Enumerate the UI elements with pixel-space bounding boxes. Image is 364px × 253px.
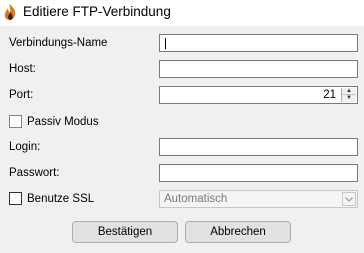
passive-mode-label: Passiv Modus [27, 116, 99, 128]
cancel-button[interactable]: Abbrechen [185, 221, 291, 243]
password-input[interactable] [159, 164, 358, 182]
chevron-down-icon[interactable]: ▼ [342, 95, 356, 102]
port-spin-buttons: ▲ ▼ [341, 88, 356, 102]
port-spinner[interactable]: 21 ▲ ▼ [159, 86, 358, 104]
title-bar: Editiere FTP-Verbindung [0, 0, 364, 26]
window-title: Editiere FTP-Verbindung [23, 4, 171, 19]
chevron-up-icon[interactable]: ▲ [342, 88, 356, 95]
login-label: Login: [9, 141, 41, 153]
use-ssl-checkbox[interactable] [9, 192, 22, 205]
flame-icon [4, 4, 16, 20]
confirm-button[interactable]: Bestätigen [72, 221, 178, 243]
ssl-mode-select[interactable]: Automatisch [159, 190, 358, 208]
host-label: Host: [9, 63, 36, 75]
port-label: Port: [9, 89, 34, 101]
host-input[interactable] [159, 60, 358, 78]
connection-name-input[interactable] [159, 34, 358, 52]
connection-name-label: Verbindungs-Name [9, 37, 108, 49]
passive-mode-checkbox[interactable] [9, 115, 22, 128]
ssl-mode-value: Automatisch [164, 193, 228, 205]
chevron-down-icon [342, 192, 356, 206]
login-input[interactable] [159, 138, 358, 156]
use-ssl-label: Benutze SSL [27, 193, 95, 205]
password-label: Passwort: [9, 167, 60, 179]
text-caret [165, 38, 166, 49]
port-value: 21 [323, 89, 336, 101]
